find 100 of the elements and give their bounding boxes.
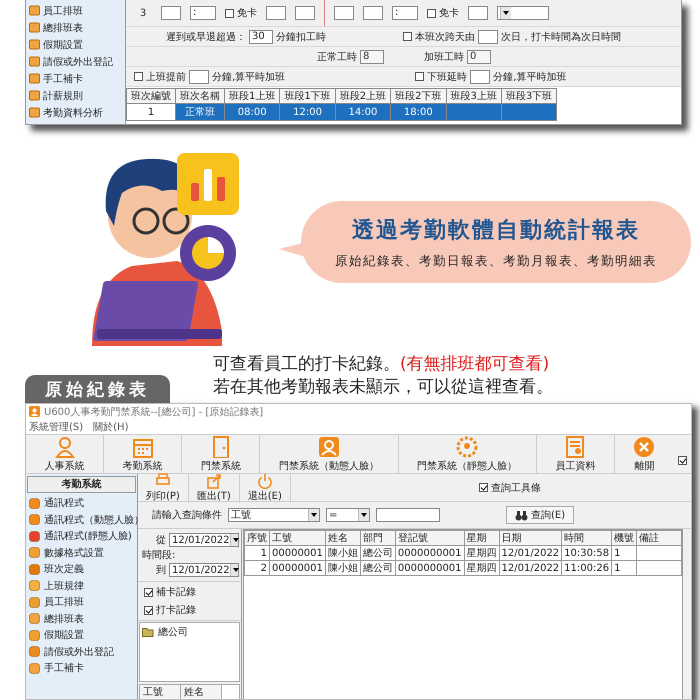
input-field[interactable] <box>266 6 286 20</box>
table-cell: 陳小姐 <box>325 560 360 576</box>
sidebar-item[interactable]: 請假或外出登記 <box>26 53 125 70</box>
dropdown[interactable]: 工號 <box>228 508 320 522</box>
app-icon <box>29 662 40 674</box>
menu-item[interactable]: 關於(H) <box>93 420 128 434</box>
sidebar-item[interactable]: 假期設置 <box>26 627 137 644</box>
toolbar-button[interactable]: 考勤系統 <box>104 435 182 473</box>
app-icon <box>29 596 40 608</box>
checkbox[interactable] <box>427 8 436 18</box>
checkbox[interactable] <box>134 72 143 81</box>
input-field[interactable] <box>470 70 490 84</box>
toolbar-button[interactable]: 離開 <box>614 435 674 473</box>
input-field[interactable]: 30 <box>249 30 273 44</box>
app-icon <box>29 73 40 84</box>
column-header: 備註 <box>636 530 682 546</box>
app-icon <box>29 498 40 509</box>
sidebar-item[interactable]: 總排班表 <box>26 610 137 627</box>
field-label: 分鐘,算平時加班 <box>493 70 566 84</box>
sidebar-item[interactable]: 上班規律 <box>26 578 137 594</box>
sidebar-item[interactable]: 手工補卡 <box>26 70 125 87</box>
toolbar-button[interactable]: 門禁系統 <box>182 435 260 473</box>
checkbox[interactable] <box>479 483 488 492</box>
toolbar-button[interactable]: 員工資料 <box>536 435 615 473</box>
app-icon <box>29 530 40 542</box>
app-icon <box>29 564 40 575</box>
table-cell: 00000001 <box>270 560 326 576</box>
input-field[interactable] <box>295 6 315 20</box>
field-label: 加班工時 <box>424 50 464 64</box>
input-field[interactable] <box>363 6 383 20</box>
highlighted-note: (有無排班都可查看) <box>400 354 550 374</box>
toolbar-button[interactable]: 人事系統 <box>26 435 104 473</box>
sidebar-item[interactable]: 班次定義 <box>26 561 137 578</box>
toolbar-button[interactable]: 門禁系統（靜態人臉） <box>398 435 537 473</box>
sidebar-item[interactable]: 員工排班 <box>26 2 125 19</box>
time-field[interactable]: : <box>190 6 216 20</box>
sidebar-item[interactable]: 數據格式設置 <box>26 544 137 561</box>
input-field[interactable] <box>161 6 181 20</box>
sidebar-item[interactable]: 請假或外出登記 <box>26 644 137 660</box>
toolbar-button[interactable]: 門禁系統（動態人臉） <box>260 435 399 473</box>
column-header: 班段2上班 <box>335 88 391 104</box>
person-frame-icon <box>318 436 340 458</box>
search-button[interactable]: 查詢(E) <box>506 506 574 524</box>
input-field[interactable]: 8 <box>360 50 384 64</box>
input-field[interactable] <box>189 70 209 84</box>
document-icon <box>564 436 586 458</box>
input-field[interactable]: 0 <box>467 50 491 64</box>
checkbox[interactable] <box>144 588 153 596</box>
field-label: 次日，打卡時間為次日時間 <box>501 30 621 44</box>
sidebar-item[interactable]: 通訊程式(靜態人臉) <box>26 528 137 544</box>
table-cell: 12/01/2022 <box>499 560 562 576</box>
sidebar-item[interactable]: 假期設置 <box>26 36 125 53</box>
sidebar-item[interactable]: 考勤資料分析 <box>26 104 125 121</box>
bubble-subtitle: 原始紀錄表、考勤日報表、考勤月報表、考勤明細表 <box>335 252 657 270</box>
table-cell: 1 <box>612 546 637 560</box>
sidebar-item[interactable]: 員工排班 <box>26 594 137 610</box>
sidebar-item[interactable]: 通訊程式（動態人臉） <box>26 512 137 528</box>
date-field[interactable]: 12/01/2022 <box>169 563 239 577</box>
checkbox[interactable] <box>225 8 234 18</box>
date-field[interactable]: 12/01/2022 <box>169 533 239 547</box>
gear-icon <box>456 436 478 458</box>
app-icon <box>29 580 40 592</box>
sidebar-header: 考勤系統 <box>27 476 136 493</box>
toolbar-button[interactable]: 匯出(T) <box>188 472 240 502</box>
table-cell: 2 <box>244 560 270 576</box>
column-header: 工號 <box>270 530 326 546</box>
table-cell: 1 <box>244 546 270 560</box>
checkbox[interactable] <box>403 32 412 41</box>
input-field[interactable] <box>468 6 488 20</box>
column-header: 時間 <box>562 530 612 546</box>
sidebar-item[interactable]: 通訊程式 <box>26 495 137 512</box>
dropdown[interactable]: = <box>326 508 370 522</box>
column-header: 班段3下班 <box>501 88 557 104</box>
caption-text: 若在其他考勤報表未顯示，可以從這裡查看。 <box>213 377 553 397</box>
toolbar-button[interactable]: 退出(E) <box>240 472 291 502</box>
menu-item[interactable]: 系統管理(S) <box>29 420 84 434</box>
toolbar-button[interactable]: 列印(P) <box>138 472 189 502</box>
sidebar-item[interactable]: 計薪規則 <box>26 87 125 104</box>
column-header: 星期 <box>464 530 500 546</box>
table-cell <box>501 104 557 120</box>
column-header: 班段2下班 <box>390 88 446 104</box>
app-icon <box>29 39 40 50</box>
sidebar-item[interactable]: 手工補卡 <box>26 660 137 676</box>
column-header: 部門 <box>360 530 396 546</box>
input-field[interactable] <box>334 6 354 20</box>
caret-icon <box>500 7 511 19</box>
time-field[interactable]: : <box>392 6 418 20</box>
table-cell: 14:00 <box>335 104 391 120</box>
input-field[interactable] <box>478 30 498 44</box>
column-header: 姓名 <box>181 685 222 699</box>
sidebar-item[interactable]: 總排班表 <box>26 19 125 36</box>
caret-icon <box>308 509 319 521</box>
checkbox[interactable] <box>415 72 424 81</box>
section-label: 原始紀錄表 <box>25 375 170 403</box>
dropdown[interactable] <box>497 6 549 20</box>
search-field[interactable] <box>376 508 440 522</box>
column-header: 班段1上班 <box>224 88 280 104</box>
tree-item[interactable]: 總公司 <box>140 623 239 641</box>
checkbox[interactable] <box>144 606 153 614</box>
checkbox[interactable] <box>678 456 687 465</box>
